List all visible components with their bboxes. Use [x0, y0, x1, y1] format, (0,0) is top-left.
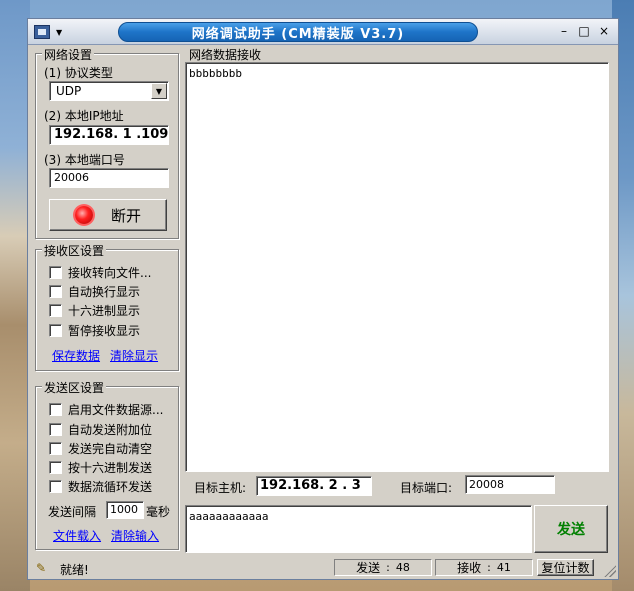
checkbox[interactable] — [49, 304, 62, 317]
send-textarea[interactable]: aaaaaaaaaaaa — [185, 505, 532, 553]
checkbox[interactable] — [49, 480, 62, 493]
checkbox-label: 数据流循环发送 — [68, 480, 153, 494]
send-button-label: 发送 — [557, 522, 585, 538]
send-interval-value: 1000 — [110, 503, 138, 516]
checkbox-auto-append[interactable]: 自动发送附加位 — [49, 421, 152, 438]
status-bar: ✎ 就绪! 发送 : 48 接收 : 41 复位计数 — [28, 557, 618, 579]
target-host-label: 目标主机: — [194, 481, 247, 495]
protocol-select[interactable]: UDP ▼ — [49, 81, 169, 101]
checkbox-pause-display[interactable]: 暂停接收显示 — [49, 322, 140, 339]
receive-settings-group: 接收区设置 接收转向文件... 自动换行显示 十六进制显示 暂停接收显示 保存数… — [35, 242, 179, 371]
checkbox-label: 十六进制显示 — [68, 304, 141, 318]
sent-count: 48 — [395, 561, 410, 574]
checkbox-label: 接收转向文件... — [68, 266, 152, 280]
disconnect-button-label: 断开 — [110, 206, 141, 225]
send-content: aaaaaaaaaaaa — [189, 510, 269, 523]
dropdown-arrow-icon[interactable]: ▼ — [151, 83, 167, 99]
system-menu[interactable]: ▼ — [34, 24, 72, 40]
checkbox-hex-send[interactable]: 按十六进制发送 — [49, 459, 152, 476]
window-title: 网络调试助手 (CM精装版 V3.7) — [118, 22, 478, 42]
checkbox[interactable] — [49, 285, 62, 298]
local-port-field[interactable]: 20006 — [49, 168, 169, 188]
status-ready-text: 就绪! — [60, 563, 89, 577]
send-interval-unit: 毫秒 — [146, 505, 171, 519]
receive-textarea[interactable]: bbbbbbbb — [185, 62, 609, 472]
file-load-link[interactable]: 文件载入 — [53, 527, 101, 544]
target-port-field[interactable]: 20008 — [465, 475, 555, 494]
separator-colon: : — [386, 561, 390, 574]
ready-icon: ✎ — [36, 561, 47, 575]
checkbox[interactable] — [49, 442, 62, 455]
send-interval-field[interactable]: 1000 — [106, 501, 144, 519]
desktop-background-left — [0, 0, 30, 591]
protocol-type-label: (1) 协议类型 — [44, 66, 113, 80]
checkbox[interactable] — [49, 423, 62, 436]
maximize-button[interactable]: □ — [576, 24, 592, 39]
separator-colon: : — [487, 561, 491, 574]
target-host-value: 192.168. 2 . 3 — [260, 478, 361, 493]
checkbox-label: 自动换行显示 — [68, 285, 141, 299]
reset-count-button[interactable]: 复位计数 — [537, 559, 594, 576]
receive-area-label: 网络数据接收 — [187, 46, 264, 63]
connection-status-icon — [69, 201, 98, 229]
checkbox[interactable] — [49, 266, 62, 279]
resize-grip-icon[interactable] — [604, 565, 616, 577]
checkbox-auto-clear[interactable]: 发送完自动清空 — [49, 440, 152, 457]
receive-settings-label: 接收区设置 — [42, 242, 107, 259]
checkbox-label: 自动发送附加位 — [68, 423, 153, 437]
clear-display-link[interactable]: 清除显示 — [110, 347, 158, 364]
network-settings-label: 网络设置 — [42, 46, 95, 63]
checkbox-loop-send[interactable]: 数据流循环发送 — [49, 478, 152, 495]
local-ip-field[interactable]: 192.168. 1 .109 — [49, 125, 169, 145]
title-bar: ▼ 网络调试助手 (CM精装版 V3.7) – □ × — [28, 19, 618, 45]
app-icon — [34, 25, 50, 39]
protocol-select-value: UDP — [56, 84, 82, 98]
sent-label: 发送 — [356, 561, 381, 575]
target-port-label: 目标端口: — [400, 481, 453, 495]
checkbox-label: 启用文件数据源... — [68, 403, 164, 417]
checkbox-label: 发送完自动清空 — [68, 442, 153, 456]
save-data-link[interactable]: 保存数据 — [52, 347, 100, 364]
receive-content: bbbbbbbb — [189, 67, 242, 80]
recv-count-cell: 接收 : 41 — [435, 559, 533, 576]
local-port-label: (3) 本地端口号 — [44, 153, 125, 167]
sent-count-cell: 发送 : 48 — [334, 559, 432, 576]
checkbox[interactable] — [49, 403, 62, 416]
local-port-value: 20006 — [54, 171, 89, 184]
send-interval-label: 发送间隔 — [48, 505, 97, 519]
send-button[interactable]: 发送 — [534, 505, 608, 553]
receive-area-group: 网络数据接收 bbbbbbbb — [185, 46, 609, 473]
close-button[interactable]: × — [596, 24, 612, 39]
checkbox-auto-wrap[interactable]: 自动换行显示 — [49, 283, 140, 300]
send-settings-label: 发送区设置 — [42, 379, 107, 396]
disconnect-button[interactable]: 断开 — [49, 199, 167, 231]
target-host-field[interactable]: 192.168. 2 . 3 — [256, 476, 372, 496]
app-window: ▼ 网络调试助手 (CM精装版 V3.7) – □ × 网络设置 (1) 协议类… — [27, 18, 619, 580]
target-port-value: 20008 — [469, 478, 504, 491]
chevron-down-icon: ▼ — [56, 27, 63, 37]
checkbox-label: 按十六进制发送 — [68, 461, 153, 475]
local-ip-value: 192.168. 1 .109 — [54, 127, 169, 142]
checkbox-hex-display[interactable]: 十六进制显示 — [49, 302, 140, 319]
checkbox[interactable] — [49, 461, 62, 474]
send-settings-group: 发送区设置 启用文件数据源... 自动发送附加位 发送完自动清空 按十六进制发送… — [35, 379, 179, 550]
clear-input-link[interactable]: 清除输入 — [111, 527, 159, 544]
network-settings-group: 网络设置 (1) 协议类型 UDP ▼ (2) 本地IP地址 192.168. … — [35, 46, 179, 239]
local-ip-label: (2) 本地IP地址 — [44, 109, 124, 123]
recv-count: 41 — [496, 561, 511, 574]
minimize-button[interactable]: – — [556, 24, 572, 39]
checkbox-file-source[interactable]: 启用文件数据源... — [49, 401, 163, 418]
reset-count-label: 复位计数 — [541, 561, 590, 575]
recv-label: 接收 — [457, 561, 482, 575]
checkbox-label: 暂停接收显示 — [68, 324, 141, 338]
checkbox-recv-to-file[interactable]: 接收转向文件... — [49, 264, 151, 281]
checkbox[interactable] — [49, 324, 62, 337]
